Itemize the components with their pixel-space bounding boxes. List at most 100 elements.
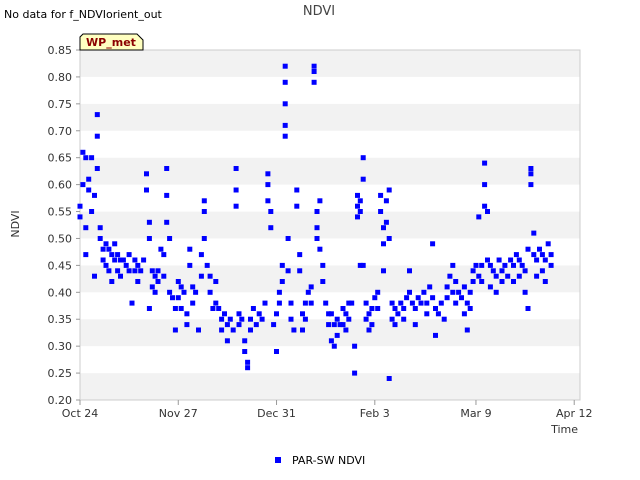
data-point — [118, 273, 123, 279]
data-point — [311, 69, 317, 74]
data-point — [201, 198, 207, 204]
data-point — [421, 289, 427, 295]
data-point — [522, 289, 528, 295]
data-point — [340, 306, 346, 311]
data-point — [355, 192, 360, 198]
data-point — [184, 322, 190, 328]
data-point — [424, 311, 430, 317]
data-point — [248, 327, 253, 333]
data-point — [528, 171, 534, 177]
data-point — [519, 262, 525, 268]
grid-band — [80, 265, 580, 293]
data-point — [461, 284, 467, 290]
x-tick-label: Apr 12 — [556, 407, 593, 420]
data-point — [415, 295, 421, 301]
data-point — [297, 268, 303, 274]
data-point — [525, 246, 531, 252]
y-tick-label: 0.25 — [48, 367, 73, 380]
data-point — [129, 300, 135, 306]
data-point — [482, 160, 488, 166]
data-point — [401, 316, 407, 322]
data-point — [355, 203, 360, 209]
data-point — [92, 273, 97, 279]
data-point — [262, 300, 268, 306]
data-point — [109, 252, 115, 258]
y-tick-label: 0.85 — [48, 44, 73, 57]
legend-marker — [275, 457, 281, 463]
data-point — [294, 203, 300, 209]
x-tick-label: Nov 27 — [159, 407, 198, 420]
data-point — [89, 209, 95, 214]
data-point — [464, 327, 470, 333]
data-point — [265, 171, 271, 177]
data-point — [386, 236, 392, 241]
data-point — [80, 149, 86, 155]
data-point — [525, 306, 531, 311]
data-point — [219, 316, 225, 322]
data-point — [433, 332, 438, 338]
data-point — [256, 311, 262, 317]
data-point — [222, 311, 227, 317]
data-point — [534, 257, 540, 263]
data-point — [485, 257, 490, 263]
data-point — [279, 262, 285, 268]
data-point — [522, 268, 528, 274]
data-point — [531, 252, 537, 258]
data-point — [392, 306, 398, 311]
legend-label: PAR-SW NDVI — [292, 454, 365, 467]
data-point — [378, 209, 384, 214]
data-point — [100, 246, 106, 252]
data-point — [360, 155, 366, 161]
data-point — [487, 284, 493, 290]
data-point — [109, 279, 115, 284]
data-point — [398, 300, 404, 306]
data-point — [126, 252, 132, 258]
data-point — [447, 273, 453, 279]
grid-band — [80, 76, 580, 104]
data-point — [412, 306, 418, 311]
data-point — [459, 295, 464, 301]
data-point — [528, 182, 534, 188]
data-point — [360, 262, 366, 268]
data-point — [496, 257, 502, 263]
data-point — [366, 327, 372, 333]
data-point — [375, 289, 381, 295]
data-point — [149, 284, 155, 290]
data-point — [80, 182, 86, 188]
data-point — [198, 252, 204, 258]
data-point — [300, 311, 305, 317]
grid-band — [80, 130, 580, 158]
data-point — [323, 300, 329, 306]
data-point — [170, 295, 175, 301]
data-point — [224, 322, 230, 328]
data-point — [305, 289, 311, 295]
chart-title: NDVI — [303, 4, 335, 19]
y-tick-label: 0.30 — [48, 340, 73, 353]
data-point — [172, 306, 178, 311]
data-point — [444, 295, 450, 301]
data-point — [450, 262, 456, 268]
grid-band — [80, 50, 580, 77]
data-point — [317, 246, 323, 252]
data-point — [132, 257, 138, 263]
data-point — [363, 316, 369, 322]
data-point — [115, 252, 121, 258]
data-point — [308, 284, 314, 290]
data-point — [409, 300, 415, 306]
data-point — [352, 370, 358, 376]
data-point — [418, 300, 424, 306]
data-point — [279, 279, 285, 284]
data-point — [155, 268, 161, 274]
y-tick-label: 0.75 — [48, 98, 73, 111]
data-point — [493, 289, 499, 295]
data-point — [282, 122, 288, 128]
data-point — [86, 176, 92, 182]
data-point — [282, 101, 288, 107]
data-point — [193, 289, 199, 295]
data-point — [508, 257, 514, 263]
data-point — [482, 182, 488, 188]
data-point — [435, 311, 441, 317]
data-point — [528, 166, 534, 171]
data-point — [401, 306, 407, 311]
data-point — [207, 273, 213, 279]
